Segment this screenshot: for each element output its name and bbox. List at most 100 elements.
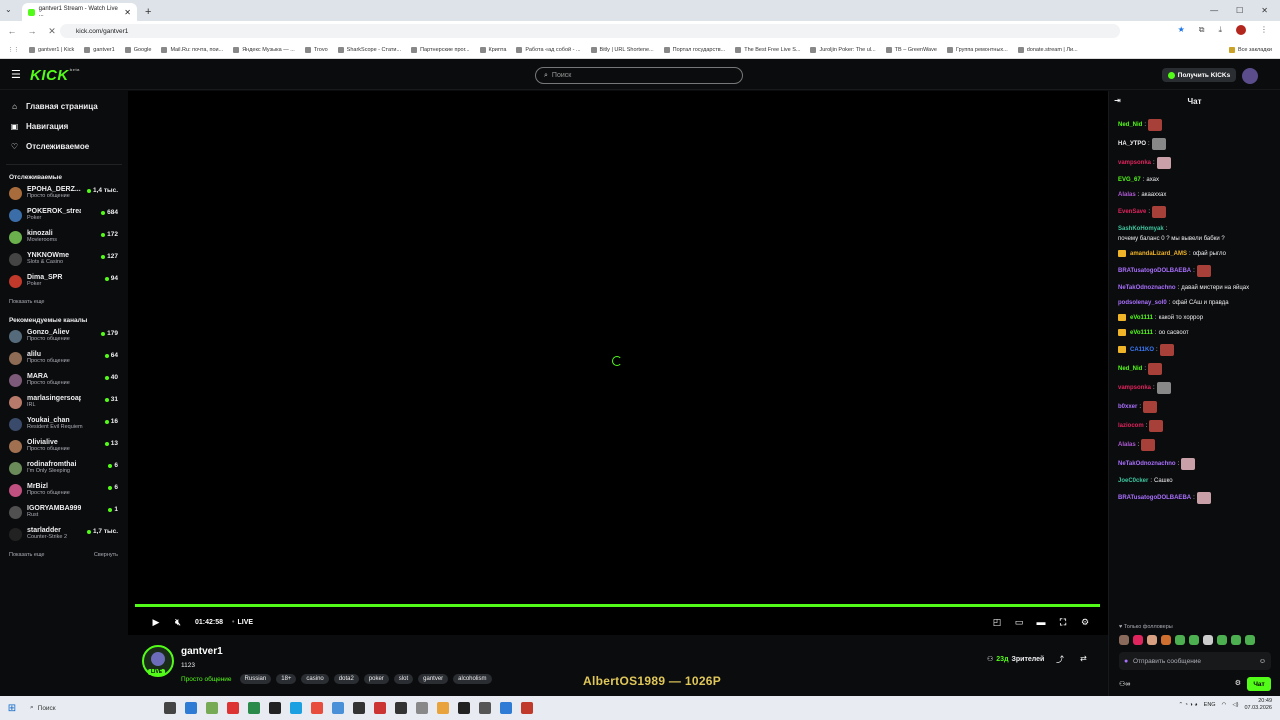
app-icon[interactable] [164,702,176,714]
channel-item[interactable]: rodinafromthai I'm Only Sleeping 6 [0,458,128,480]
emoji-picker-icon[interactable]: ☺ [1259,658,1266,665]
bookmark-item[interactable]: Mail.Ru: почта, пои... [161,46,223,53]
settings-gear-icon[interactable]: ⚙ [1077,614,1093,630]
chat-username[interactable]: Alalas [1118,191,1136,199]
app-icon[interactable] [395,702,407,714]
miniplayer-icon[interactable]: ◰ [989,614,1005,630]
bookmark-item[interactable]: donate.stream | Ли... [1017,46,1078,53]
chat-username[interactable]: NeTakOdnoznachno [1118,284,1176,292]
tab-list-chevron-icon[interactable]: ⌄ [5,5,12,14]
more-options-icon[interactable]: ⇄ [1080,654,1087,663]
live-indicator[interactable]: LIVE [237,619,253,626]
search-input[interactable]: ⌕ Поиск [535,67,743,84]
play-icon[interactable]: ▶ [148,614,164,630]
chat-message-input[interactable]: ● Отправить сообщение ☺ [1119,652,1271,670]
bookmark-item[interactable]: Партнерские прог... [411,46,470,53]
emote-icon[interactable] [1133,635,1143,645]
chat-username[interactable]: amandaLizard_AMS [1130,250,1187,258]
tag-chip[interactable]: casino [301,674,329,684]
chat-username[interactable]: Ned_Nid [1118,121,1142,129]
tag-chip[interactable]: alcoholism [453,674,492,684]
browser-tab-active[interactable]: gantver1 Stream - Watch Live ... ✕ [22,3,137,21]
bookmark-star-icon[interactable]: ★ [1178,25,1185,35]
volume-icon[interactable]: ◁) [1232,702,1238,708]
playback-progress-bar[interactable] [135,604,1100,607]
taskbar-search[interactable]: ⌕ Поиск [24,700,134,716]
url-field[interactable]: kick.com/gantver1 [60,24,1120,38]
bookmark-item[interactable]: Juroljin Poker: The ul... [810,46,876,53]
forward-icon[interactable]: → [26,26,38,36]
fullscreen-icon[interactable]: ⛶ [1055,614,1071,630]
profile-avatar-icon[interactable] [1236,25,1246,35]
chat-username[interactable]: EvenSave [1118,208,1146,216]
back-icon[interactable]: ← [6,26,18,36]
chat-username[interactable]: b0xxer [1118,403,1137,411]
emote-icon[interactable] [1245,635,1255,645]
bookmark-item[interactable]: Работа «ад собой - ... [516,46,581,53]
tab-close-icon[interactable]: ✕ [124,8,131,17]
channel-item[interactable]: MrBizl Просто общение 6 [0,480,128,502]
hamburger-menu-icon[interactable]: ☰ [11,70,21,81]
app-icon[interactable] [206,702,218,714]
channel-item[interactable]: Gonzo_Aliev Просто общение 179 [0,326,128,348]
reload-stop-icon[interactable]: ✕ [46,26,58,37]
bookmark-item[interactable]: Trovo [304,46,328,53]
channel-item[interactable]: YNKNOWme Slots & Casino 127 [0,249,128,271]
emote-icon[interactable] [1203,635,1213,645]
channel-item[interactable]: alilu Просто общение 64 [0,348,128,370]
app-icon[interactable] [227,702,239,714]
sidebar-menu-item[interactable]: ⌂ Главная страница [0,96,128,116]
chat-username[interactable]: NeTakOdnoznachno [1118,460,1176,468]
browser-menu-icon[interactable]: ⋮ [1260,25,1268,35]
chat-username[interactable]: BRATusatogoDOLBAEBA [1118,494,1191,502]
theater-mode-icon[interactable]: ▬ [1033,614,1049,630]
minimize-icon[interactable]: — [1210,6,1218,15]
emote-icon[interactable] [1175,635,1185,645]
sidebar-menu-item[interactable]: ♡ Отслеживаемое [0,136,128,156]
emote-icon[interactable] [1217,635,1227,645]
mute-icon[interactable]: 🔇︎ [170,614,186,630]
channel-item[interactable]: kinozali Movierooms 172 [0,227,128,249]
channel-item[interactable]: starladder Counter-Strike 2 1,7 тыс. [0,524,128,546]
chat-settings-icon[interactable]: ⚙ [1235,679,1241,687]
chat-username[interactable]: eVo1111 [1130,329,1153,337]
chat-username[interactable]: CA11KO [1130,346,1154,354]
windows-start-icon[interactable]: ⊞ [0,703,24,714]
channel-item[interactable]: Dima_SPR Poker 94 [0,271,128,293]
app-icon[interactable] [374,702,386,714]
streamer-name[interactable]: gantver1 [181,646,223,657]
close-window-icon[interactable]: ✕ [1261,6,1268,15]
bookmark-item[interactable]: Крипта [479,46,506,53]
sidebar-menu-item[interactable]: ▣ Навигация [0,116,128,136]
chat-username[interactable]: EVG_67 [1118,176,1141,184]
channel-item[interactable]: IGORYAMBA999 Rust 1 [0,502,128,524]
emote-icon[interactable] [1119,635,1129,645]
show-more-link[interactable]: Показать еще [9,299,45,305]
app-icon[interactable] [437,702,449,714]
channel-item[interactable]: POKEROK_streamsPoker684 [0,205,128,227]
chat-username[interactable]: Ned_Nid [1118,365,1142,373]
app-icon[interactable] [353,702,365,714]
kick-logo[interactable]: KICKbeta [30,67,80,84]
clock[interactable]: 20:49 07.03.2026 [1244,698,1272,712]
bookmark-item[interactable]: Портал государств... [663,46,725,53]
downloads-icon[interactable]: ⤓ [1218,25,1222,35]
app-icon[interactable] [311,702,323,714]
channel-item[interactable]: Olivialive Просто общение 13 [0,436,128,458]
user-avatar[interactable] [1242,68,1258,84]
bookmark-item[interactable]: Google [124,46,151,53]
chat-username[interactable]: eVo1111 [1130,314,1153,322]
bookmark-item[interactable]: Группа ремонтных... [946,46,1008,53]
apps-icon[interactable]: ⋮⋮ [8,47,19,53]
collapse-link[interactable]: Свернуть [94,552,118,558]
channel-item[interactable]: EPOHA_DERZ... Просто общение 1,4 тыс. [0,183,128,205]
new-tab-icon[interactable]: + [145,3,151,21]
bookmark-item[interactable]: Bitly | URL Shortene... [590,46,654,53]
channel-item[interactable]: MARA Просто общение 40 [0,370,128,392]
app-icon[interactable] [332,702,344,714]
tag-chip[interactable]: slot [393,674,414,684]
emote-icon[interactable] [1147,635,1157,645]
app-icon[interactable] [458,702,470,714]
maximize-icon[interactable]: ☐ [1236,6,1243,15]
chat-username[interactable]: BRATusatogoDOLBAEBA [1118,267,1191,275]
